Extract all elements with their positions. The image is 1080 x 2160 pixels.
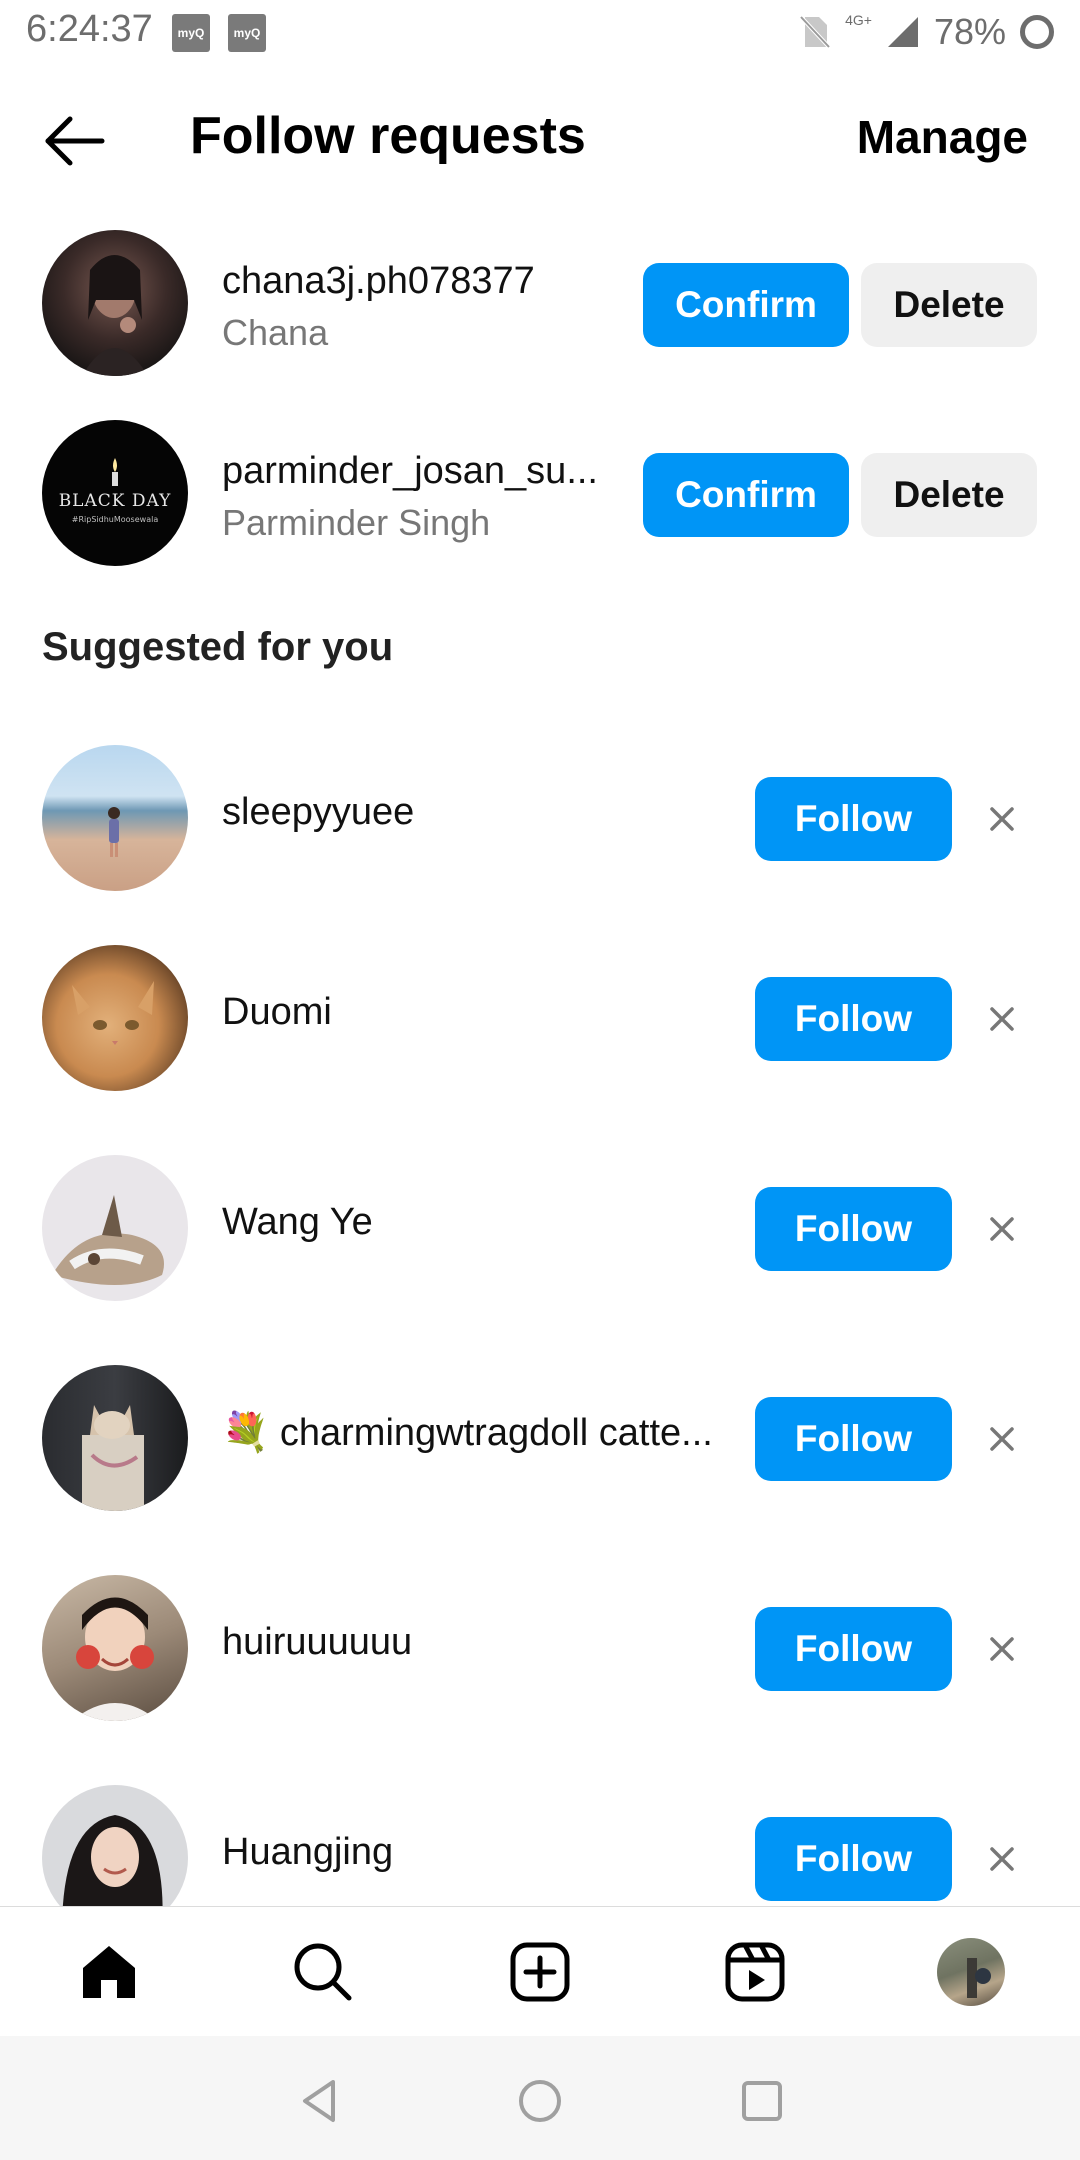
close-icon[interactable] (980, 1417, 1024, 1461)
follow-request-row: BLACK DAY #RipSidhuMoosewala parminder_j… (0, 420, 1080, 566)
request-full-name: Chana (222, 312, 329, 353)
suggested-username[interactable]: huiruuuuuu (222, 1621, 412, 1664)
follow-button[interactable]: Follow (755, 1397, 952, 1481)
avatar-photo (72, 981, 154, 1045)
create-icon (510, 1942, 570, 2002)
follow-button[interactable]: Follow (755, 1817, 952, 1901)
status-bar: 6:24:37 myQ myQ 4G+ 78% (0, 0, 1080, 64)
back-arrow-icon[interactable] (40, 106, 110, 176)
suggested-row: 💐 charmingwtragdoll catte... Follow (0, 1365, 1080, 1511)
reels-icon (725, 1942, 785, 2002)
close-icon[interactable] (980, 797, 1024, 841)
avatar-photo (72, 1597, 158, 1721)
delete-button[interactable]: Delete (861, 453, 1037, 537)
confirm-button[interactable]: Confirm (643, 263, 849, 347)
follow-button[interactable]: Follow (755, 777, 952, 861)
system-home-icon[interactable] (515, 2076, 565, 2126)
suggested-title: Suggested for you (42, 625, 394, 669)
request-username[interactable]: parminder_josan_su... (222, 450, 598, 493)
manage-button[interactable]: Manage (857, 110, 1028, 164)
suggested-username[interactable]: Wang Ye (222, 1201, 373, 1244)
avatar-photo (82, 1405, 144, 1511)
nav-search[interactable] (288, 1937, 358, 2007)
request-full-name: Parminder Singh (222, 502, 491, 543)
avatar[interactable] (42, 745, 188, 891)
nav-home[interactable] (74, 1937, 144, 2007)
follow-request-row: chana3j.ph078377 Chana Confirm Delete (0, 230, 1080, 376)
nav-profile[interactable] (936, 1937, 1006, 2007)
suggested-username[interactable]: sleepyyuee (222, 791, 414, 834)
avatar[interactable] (42, 945, 188, 1091)
bottom-nav (0, 1906, 1080, 2037)
request-username[interactable]: chana3j.ph078377 (222, 260, 535, 303)
avatar-photo (82, 255, 148, 376)
confirm-button[interactable]: Confirm (643, 453, 849, 537)
avatar-text: BLACK DAY (59, 491, 172, 511)
suggested-row: sleepyyuee Follow (0, 745, 1080, 891)
nav-create[interactable] (505, 1937, 575, 2007)
myq-notification-icon: myQ (228, 14, 266, 52)
avatar[interactable] (42, 1575, 188, 1721)
home-icon (83, 1946, 135, 1998)
avatar-photo (108, 807, 120, 857)
profile-avatar (937, 1938, 1005, 2006)
myq-notification-icon: myQ (172, 14, 210, 52)
suggested-row: Wang Ye Follow (0, 1155, 1080, 1301)
avatar[interactable] (42, 1155, 188, 1301)
follow-button[interactable]: Follow (755, 1187, 952, 1271)
follow-button[interactable]: Follow (755, 1607, 952, 1691)
close-icon[interactable] (980, 1207, 1024, 1251)
avatar[interactable] (42, 230, 188, 376)
status-time: 6:24:37 (26, 8, 153, 50)
suggested-row: huiruuuuuu Follow (0, 1575, 1080, 1721)
close-icon[interactable] (980, 1837, 1024, 1881)
suggested-username[interactable]: Huangjing (222, 1831, 393, 1874)
close-icon[interactable] (980, 1627, 1024, 1671)
avatar[interactable]: BLACK DAY #RipSidhuMoosewala (42, 420, 188, 566)
delete-button[interactable]: Delete (861, 263, 1037, 347)
avatar-photo: BLACK DAY #RipSidhuMoosewala (59, 458, 172, 524)
header: Follow requests Manage (0, 100, 1080, 180)
suggested-row: Duomi Follow (0, 945, 1080, 1091)
system-nav-bar (0, 2036, 1080, 2160)
suggested-username[interactable]: Duomi (222, 991, 332, 1034)
follow-button[interactable]: Follow (755, 977, 952, 1061)
system-recents-icon[interactable] (737, 2076, 787, 2126)
system-back-icon[interactable] (295, 2076, 345, 2126)
avatar-subtext: #RipSidhuMoosewala (72, 515, 159, 524)
nav-reels[interactable] (720, 1937, 790, 2007)
battery-percent: 78% (933, 11, 1006, 52)
network-label: 4G+ (845, 12, 872, 28)
status-right: 4G+ 78% (799, 8, 1054, 56)
page-title: Follow requests (190, 107, 586, 165)
suggested-username[interactable]: 💐 charmingwtragdoll catte... (222, 1411, 713, 1455)
battery-icon (1020, 15, 1054, 49)
avatar[interactable] (42, 1365, 188, 1511)
avatar-photo (52, 1195, 164, 1285)
search-icon (294, 1943, 352, 2001)
close-icon[interactable] (980, 997, 1024, 1041)
signal-icon (887, 17, 918, 47)
no-sim-icon (799, 15, 831, 49)
